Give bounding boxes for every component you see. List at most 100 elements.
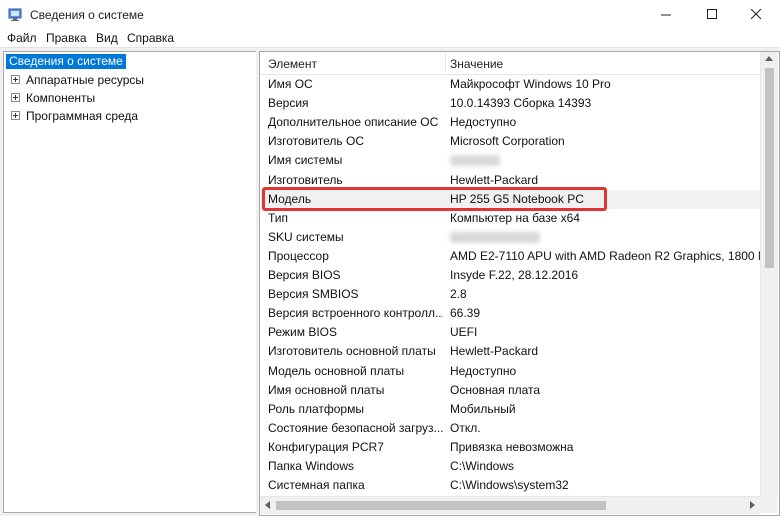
- row-item-cell: Папка Windows: [268, 459, 354, 473]
- row-value-cell: Microsoft Corporation: [450, 134, 565, 149]
- table-row[interactable]: SKU системы: [260, 228, 760, 247]
- maximize-icon: [707, 9, 717, 19]
- table-row[interactable]: Версия встроенного контролл... 66.39: [260, 304, 760, 323]
- row-item-cell: Версия SMBIOS: [268, 287, 359, 302]
- row-item-cell: Системная папка: [268, 478, 365, 493]
- table-row[interactable]: Версия 10.0.14393 Сборка 14393: [260, 94, 760, 113]
- row-value-cell: Недоступно: [450, 115, 517, 130]
- row-item-cell: Процессор: [268, 248, 329, 263]
- redacted-value: [450, 231, 540, 243]
- menu-view[interactable]: Вид: [96, 31, 118, 45]
- menu-bar: Файл Правка Вид Справка: [0, 29, 780, 48]
- column-header-value[interactable]: Значение: [450, 57, 503, 71]
- model-highlight-box: [262, 187, 607, 211]
- table-row[interactable]: Состояние безопасной загруз... Откл.: [260, 419, 760, 438]
- horizontal-scroll-thumb[interactable]: [276, 501, 606, 510]
- table-row[interactable]: Дополнительное описание ОС Недоступно: [260, 113, 760, 132]
- table-row[interactable]: Имя системы: [260, 151, 760, 170]
- row-item-cell: Имя основной платы: [268, 382, 385, 397]
- row-item-cell: Состояние безопасной загруз...: [268, 420, 443, 435]
- menu-edit[interactable]: Правка: [46, 31, 87, 45]
- column-divider[interactable]: [445, 54, 446, 72]
- table-row[interactable]: Изготовитель ОС Microsoft Corporation: [260, 132, 760, 151]
- row-item-cell: Изготовитель основной платы: [268, 344, 436, 359]
- table-row[interactable]: Модель основной платы Недоступно: [260, 362, 760, 381]
- row-value-cell: Основная плата: [450, 382, 541, 397]
- table-row[interactable]: Версия SMBIOS 2.8: [260, 285, 760, 304]
- table-row[interactable]: Тип Компьютер на базе x64: [260, 209, 760, 228]
- table-row[interactable]: Процессор AMD E2-7110 APU with AMD Radeon…: [260, 247, 768, 266]
- row-item-cell: Режим BIOS: [268, 325, 338, 340]
- table-row[interactable]: Папка Windows C:\Windows: [260, 457, 760, 476]
- row-value-cell: [450, 230, 540, 246]
- tree-item-software-environment[interactable]: Программная среда: [11, 108, 138, 124]
- table-row[interactable]: Версия BIOS Insyde F.22, 28.12.2016: [260, 266, 760, 285]
- tree-item-hardware-resources[interactable]: Аппаратные ресурсы: [11, 72, 144, 88]
- row-item-cell: SKU системы: [268, 229, 344, 244]
- row-value-cell: [450, 153, 500, 169]
- row-value-cell: Откл.: [450, 420, 481, 435]
- row-value-cell: Hewlett-Packard: [450, 344, 539, 359]
- row-value-cell: Компьютер на базе x64: [450, 210, 580, 225]
- column-header-item[interactable]: Элемент: [268, 57, 317, 71]
- row-item-cell: Тип: [268, 210, 289, 225]
- redacted-value: [450, 155, 500, 167]
- close-icon: [751, 9, 762, 20]
- row-value-cell: 2.8: [450, 287, 467, 302]
- expand-icon[interactable]: [11, 93, 20, 102]
- row-item-cell: Дополнительное описание ОС: [268, 115, 439, 130]
- minimize-icon: [661, 14, 671, 16]
- scroll-left-icon[interactable]: [265, 501, 270, 509]
- row-value-cell: 66.39: [450, 306, 481, 321]
- row-item-cell: Имя системы: [268, 153, 343, 168]
- row-value-cell: Привязка невозможна: [450, 439, 574, 454]
- row-value-cell: C:\Windows\system32: [450, 478, 569, 493]
- row-value-cell: Недоступно: [450, 363, 517, 378]
- row-item-cell: Версия встроенного контролл...: [268, 306, 443, 321]
- expand-icon[interactable]: [11, 111, 20, 120]
- row-value-cell: Мобильный: [450, 401, 516, 416]
- title-bar: Сведения о системе: [0, 0, 780, 30]
- row-value-cell: Майкрософт Windows 10 Pro: [450, 77, 611, 91]
- scroll-up-icon[interactable]: [765, 56, 773, 61]
- expand-icon[interactable]: [11, 75, 20, 84]
- scrollbar-corner: [760, 496, 777, 513]
- vertical-scroll-thumb[interactable]: [765, 68, 774, 268]
- system-info-icon: [8, 8, 22, 21]
- details-list: Элемент Значение Имя ОС Майкрософт Window…: [259, 51, 780, 516]
- table-row[interactable]: Роль платформы Мобильный: [260, 400, 760, 419]
- table-row[interactable]: Имя основной платы Основная плата: [260, 381, 760, 400]
- table-row[interactable]: Имя ОС Майкрософт Windows 10 Pro: [260, 75, 760, 94]
- category-tree: Сведения о системе Аппаратные ресурсы Ко…: [3, 51, 258, 513]
- table-row[interactable]: Режим BIOS UEFI: [260, 323, 760, 342]
- maximize-button[interactable]: [690, 0, 736, 29]
- row-value-cell: Hewlett-Packard: [450, 172, 539, 187]
- row-item-cell: Версия: [268, 96, 309, 111]
- row-value-cell: 10.0.14393 Сборка 14393: [450, 96, 592, 111]
- window-title: Сведения о системе: [30, 8, 144, 22]
- tree-item-label: Аппаратные ресурсы: [26, 73, 145, 87]
- row-item-cell: Роль платформы: [268, 401, 364, 416]
- minimize-button[interactable]: [644, 0, 690, 29]
- table-row[interactable]: Конфигурация PCR7 Привязка невозможна: [260, 438, 760, 457]
- table-row[interactable]: Системная папка C:\Windows\system32: [260, 476, 760, 495]
- row-value-cell: Insyde F.22, 28.12.2016: [450, 268, 579, 282]
- menu-file[interactable]: Файл: [7, 31, 37, 45]
- horizontal-scrollbar[interactable]: [260, 496, 760, 514]
- row-item-cell: Изготовитель ОС: [268, 134, 364, 149]
- row-item-cell: Имя ОС: [268, 77, 313, 91]
- row-value-cell: AMD E2-7110 APU with AMD Radeon R2 Graph…: [450, 248, 768, 263]
- row-item-cell: Изготовитель: [268, 172, 343, 187]
- scroll-right-icon[interactable]: [750, 501, 755, 509]
- row-item-cell: Версия BIOS: [268, 268, 341, 282]
- table-row[interactable]: Изготовитель основной платы Hewlett-Packa…: [260, 342, 760, 361]
- vertical-scrollbar[interactable]: [760, 52, 778, 496]
- tree-item-components[interactable]: Компоненты: [11, 90, 95, 106]
- row-value-cell: UEFI: [450, 325, 478, 340]
- close-button[interactable]: [734, 0, 780, 29]
- tree-item-label: Программная среда: [26, 109, 139, 123]
- row-value-cell: C:\Windows: [450, 459, 515, 473]
- menu-help[interactable]: Справка: [127, 31, 174, 45]
- row-item-cell: Модель основной платы: [268, 363, 405, 378]
- tree-item-system-summary[interactable]: Сведения о системе: [6, 54, 126, 69]
